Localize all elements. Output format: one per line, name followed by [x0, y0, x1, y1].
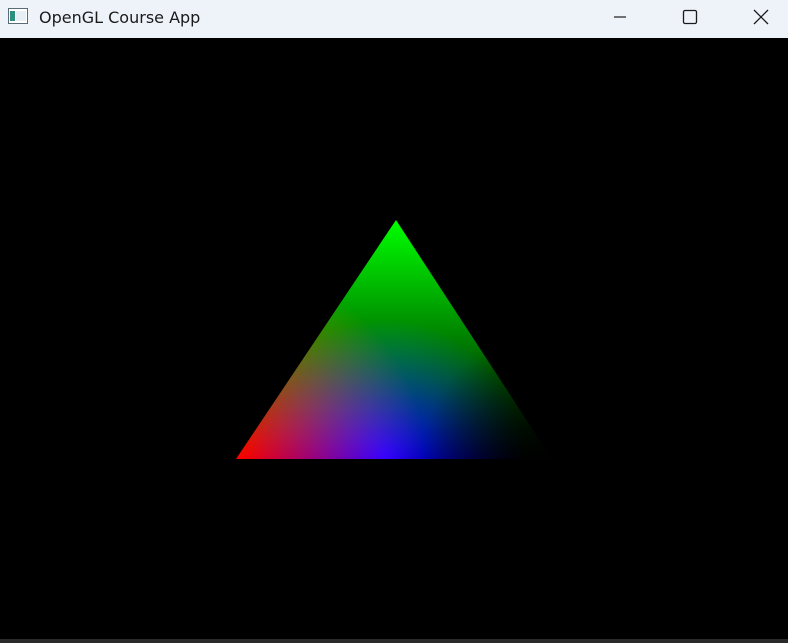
minimize-button[interactable]: [597, 0, 643, 34]
title-bar[interactable]: OpenGL Course App: [0, 0, 788, 38]
window-title: OpenGL Course App: [39, 8, 201, 27]
window-app-icon: [8, 8, 28, 24]
minimize-icon: [614, 16, 626, 18]
maximize-button[interactable]: [667, 0, 713, 34]
maximize-icon: [682, 9, 698, 25]
opengl-viewport[interactable]: [0, 38, 788, 640]
scene-canvas: [0, 38, 788, 640]
window-bottom-edge: [0, 639, 788, 643]
close-icon: [753, 9, 769, 25]
app-window: OpenGL Course App: [0, 0, 788, 643]
close-button[interactable]: [738, 0, 784, 34]
